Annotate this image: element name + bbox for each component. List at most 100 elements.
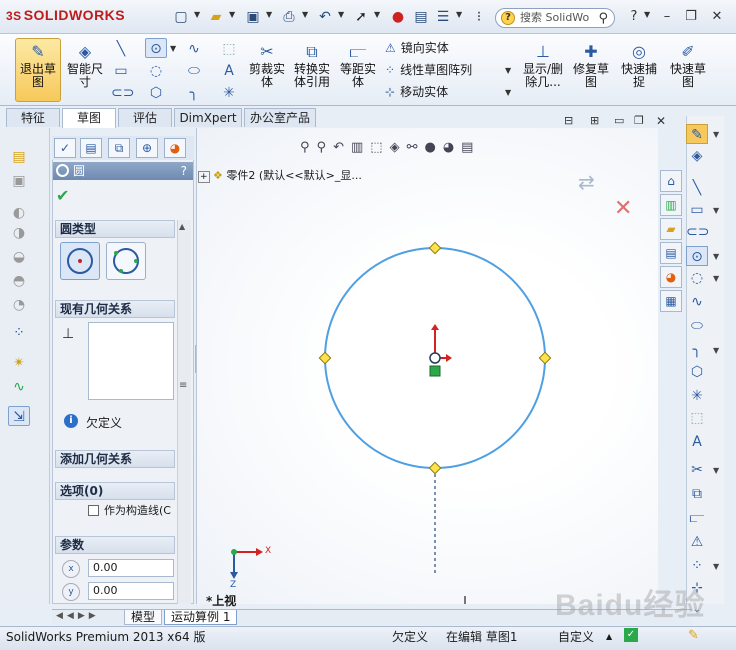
tab-evaluate[interactable]: 评估 — [118, 108, 172, 127]
center-x-field[interactable]: 0.00 — [88, 559, 174, 577]
quick-snaps-button[interactable]: ◎ 快速捕捉 — [618, 38, 660, 102]
tab-office-products[interactable]: 办公室产品 — [244, 108, 316, 127]
scroll-up-icon[interactable]: ▲ — [179, 222, 185, 231]
loft-icon[interactable]: ◓ — [8, 270, 30, 290]
appearances-icon[interactable]: ◕ — [660, 266, 682, 288]
new-doc-icon[interactable]: ▢ — [170, 7, 192, 27]
tab-motion-study[interactable]: 运动算例 1 — [164, 610, 238, 625]
help-button[interactable]: ? — [623, 8, 645, 26]
offset-icon[interactable]: ⫍ — [686, 508, 708, 528]
mirror-entities-button[interactable]: ⚠ 镜向实体 — [385, 38, 449, 58]
fillet-tool-icon[interactable]: ╮ — [183, 82, 205, 102]
quadrant-point[interactable] — [428, 461, 442, 475]
search-input[interactable]: ? 搜索 SolidWo ⚲ — [495, 8, 615, 28]
circle-center-point[interactable] — [429, 352, 441, 364]
trim-icon[interactable]: ✂ — [686, 460, 708, 480]
perimeter-circle-button[interactable] — [106, 242, 146, 280]
close-button[interactable]: ✕ — [706, 8, 728, 26]
chevron-down-icon[interactable]: ▼ — [338, 10, 344, 19]
chevron-down-icon[interactable]: ▼ — [713, 206, 719, 215]
file-properties-icon[interactable]: ▤ — [410, 7, 432, 27]
smart-dimension-icon[interactable]: ◈ — [686, 146, 708, 166]
convert-icon[interactable]: ⧉ — [686, 484, 708, 504]
circle-tool-icon[interactable]: ⊙ — [686, 246, 708, 266]
tab-features[interactable]: 特征 — [6, 108, 60, 127]
tab-dimxpert[interactable]: DimXpert — [174, 108, 242, 127]
chevron-down-icon[interactable]: ▼ — [194, 10, 200, 19]
chevron-up-icon[interactable]: ▲ — [606, 632, 612, 641]
circle-type-header[interactable]: 圆类型 — [55, 220, 175, 238]
search-icon[interactable]: ⚲ — [598, 10, 608, 28]
tab-sketch[interactable]: 草图 — [62, 108, 116, 128]
chevron-down-icon[interactable]: ▼ — [713, 346, 719, 355]
quadrant-point[interactable] — [318, 351, 332, 365]
existing-relations-list[interactable] — [88, 322, 174, 400]
select-cursor-icon[interactable]: ➚ — [350, 7, 372, 27]
feature-manager-tab-icon[interactable]: ✓ — [54, 138, 76, 158]
property-manager-tab-icon[interactable]: ▤ — [80, 138, 102, 158]
chevron-down-icon[interactable]: ▼ — [456, 10, 462, 19]
help-button[interactable]: ? — [181, 162, 187, 180]
center-circle-button[interactable] — [60, 242, 100, 280]
text-tool-icon[interactable]: A — [218, 60, 240, 80]
add-relations-header[interactable]: 添加几何关系 — [55, 450, 175, 468]
chevron-down-icon[interactable]: ▼ — [713, 466, 719, 475]
instant3d-icon[interactable]: ⇲ — [8, 406, 30, 426]
display-manager-tab-icon[interactable]: ◕ — [164, 138, 186, 158]
3d-sketch-icon[interactable]: ▣ — [8, 170, 30, 190]
print-icon[interactable]: ⎙ — [278, 7, 300, 27]
chevron-down-icon[interactable]: ▼ — [505, 66, 511, 75]
sketch-icon[interactable]: ▤ — [8, 146, 30, 166]
rebuild-status-icon[interactable]: ✓ — [624, 628, 638, 642]
trim-entities-button[interactable]: ✂ 剪裁实体 — [246, 38, 288, 102]
ellipse-tool-icon[interactable]: ⬭ — [686, 316, 708, 336]
line-tool-icon[interactable]: ╲ — [686, 178, 708, 198]
tab-model[interactable]: 模型 — [124, 610, 163, 625]
chevron-down-icon[interactable]: ▼ — [302, 10, 308, 19]
rapid-sketch-button[interactable]: ✐ 快速草图 — [666, 38, 710, 102]
revolve-icon[interactable]: ◑ — [8, 222, 30, 242]
polygon-tool-icon[interactable]: ⬡ — [145, 82, 167, 102]
property-scrollbar[interactable] — [177, 220, 191, 604]
arc-tool-icon[interactable]: ◌ — [686, 268, 708, 288]
reference-geometry-icon[interactable]: ✴ — [8, 352, 30, 372]
move-entities-button[interactable]: ⊹ 移动实体 — [385, 82, 448, 102]
chevron-down-icon[interactable]: ▼ — [229, 10, 235, 19]
cascade-window-icon[interactable]: ⊞ — [590, 114, 599, 127]
custom-properties-icon[interactable]: ▦ — [660, 290, 682, 312]
convert-entities-button[interactable]: ⧉ 转换实体引用 — [291, 38, 333, 102]
file-explorer-icon[interactable]: ▰ — [660, 218, 682, 240]
rectangle-tool-icon[interactable]: ▭ — [686, 200, 708, 220]
minimize-button[interactable]: – — [656, 8, 678, 26]
fillet-feature-icon[interactable]: ◔ — [8, 294, 30, 314]
linear-pattern-icon[interactable]: ⁘ — [686, 556, 708, 576]
options-header[interactable]: 选项(0) — [55, 482, 175, 500]
slot-tool-icon[interactable]: ⊂⊃ — [686, 222, 709, 242]
chevron-down-icon[interactable]: ▼ — [713, 130, 719, 139]
circle-tool-icon[interactable]: ⊙ — [145, 38, 167, 58]
text-tool-icon[interactable]: A — [686, 432, 708, 452]
open-folder-icon[interactable]: ▰ — [205, 7, 227, 27]
extrude-icon[interactable]: ◐ — [8, 202, 30, 222]
toolbar-overflow-icon[interactable]: ⁝ — [468, 7, 490, 27]
chevron-down-icon[interactable]: ▼ — [170, 44, 176, 53]
chevron-down-icon[interactable]: ▼ — [713, 562, 719, 571]
spline-tool-icon[interactable]: ∿ — [686, 292, 708, 312]
point-tool-icon[interactable]: ✳ — [218, 82, 240, 102]
existing-relations-header[interactable]: 现有几何关系 — [55, 300, 175, 318]
restore-button[interactable]: ❐ — [680, 8, 702, 26]
arc-tool-icon[interactable]: ◌ — [145, 60, 167, 80]
chevron-down-icon[interactable]: ▼ — [713, 252, 719, 261]
sweep-icon[interactable]: ◒ — [8, 246, 30, 266]
doc-restore-button[interactable]: ❐ — [634, 114, 644, 127]
quick-tip-icon[interactable]: ✎ — [688, 628, 699, 643]
options-icon[interactable]: ☰ — [432, 7, 454, 27]
sketch-mode-icon[interactable]: ✎ — [686, 124, 708, 144]
repair-sketch-button[interactable]: ✚ 修复草图 — [570, 38, 612, 102]
curves-icon[interactable]: ∿ — [8, 376, 30, 396]
save-icon[interactable]: ▣ — [242, 7, 264, 27]
polygon-tool-icon[interactable]: ⬡ — [686, 362, 708, 382]
chevron-down-icon[interactable]: ▼ — [505, 88, 511, 97]
doc-minimize-button[interactable]: ▭ — [614, 114, 624, 127]
view-palette-icon[interactable]: ▤ — [660, 242, 682, 264]
